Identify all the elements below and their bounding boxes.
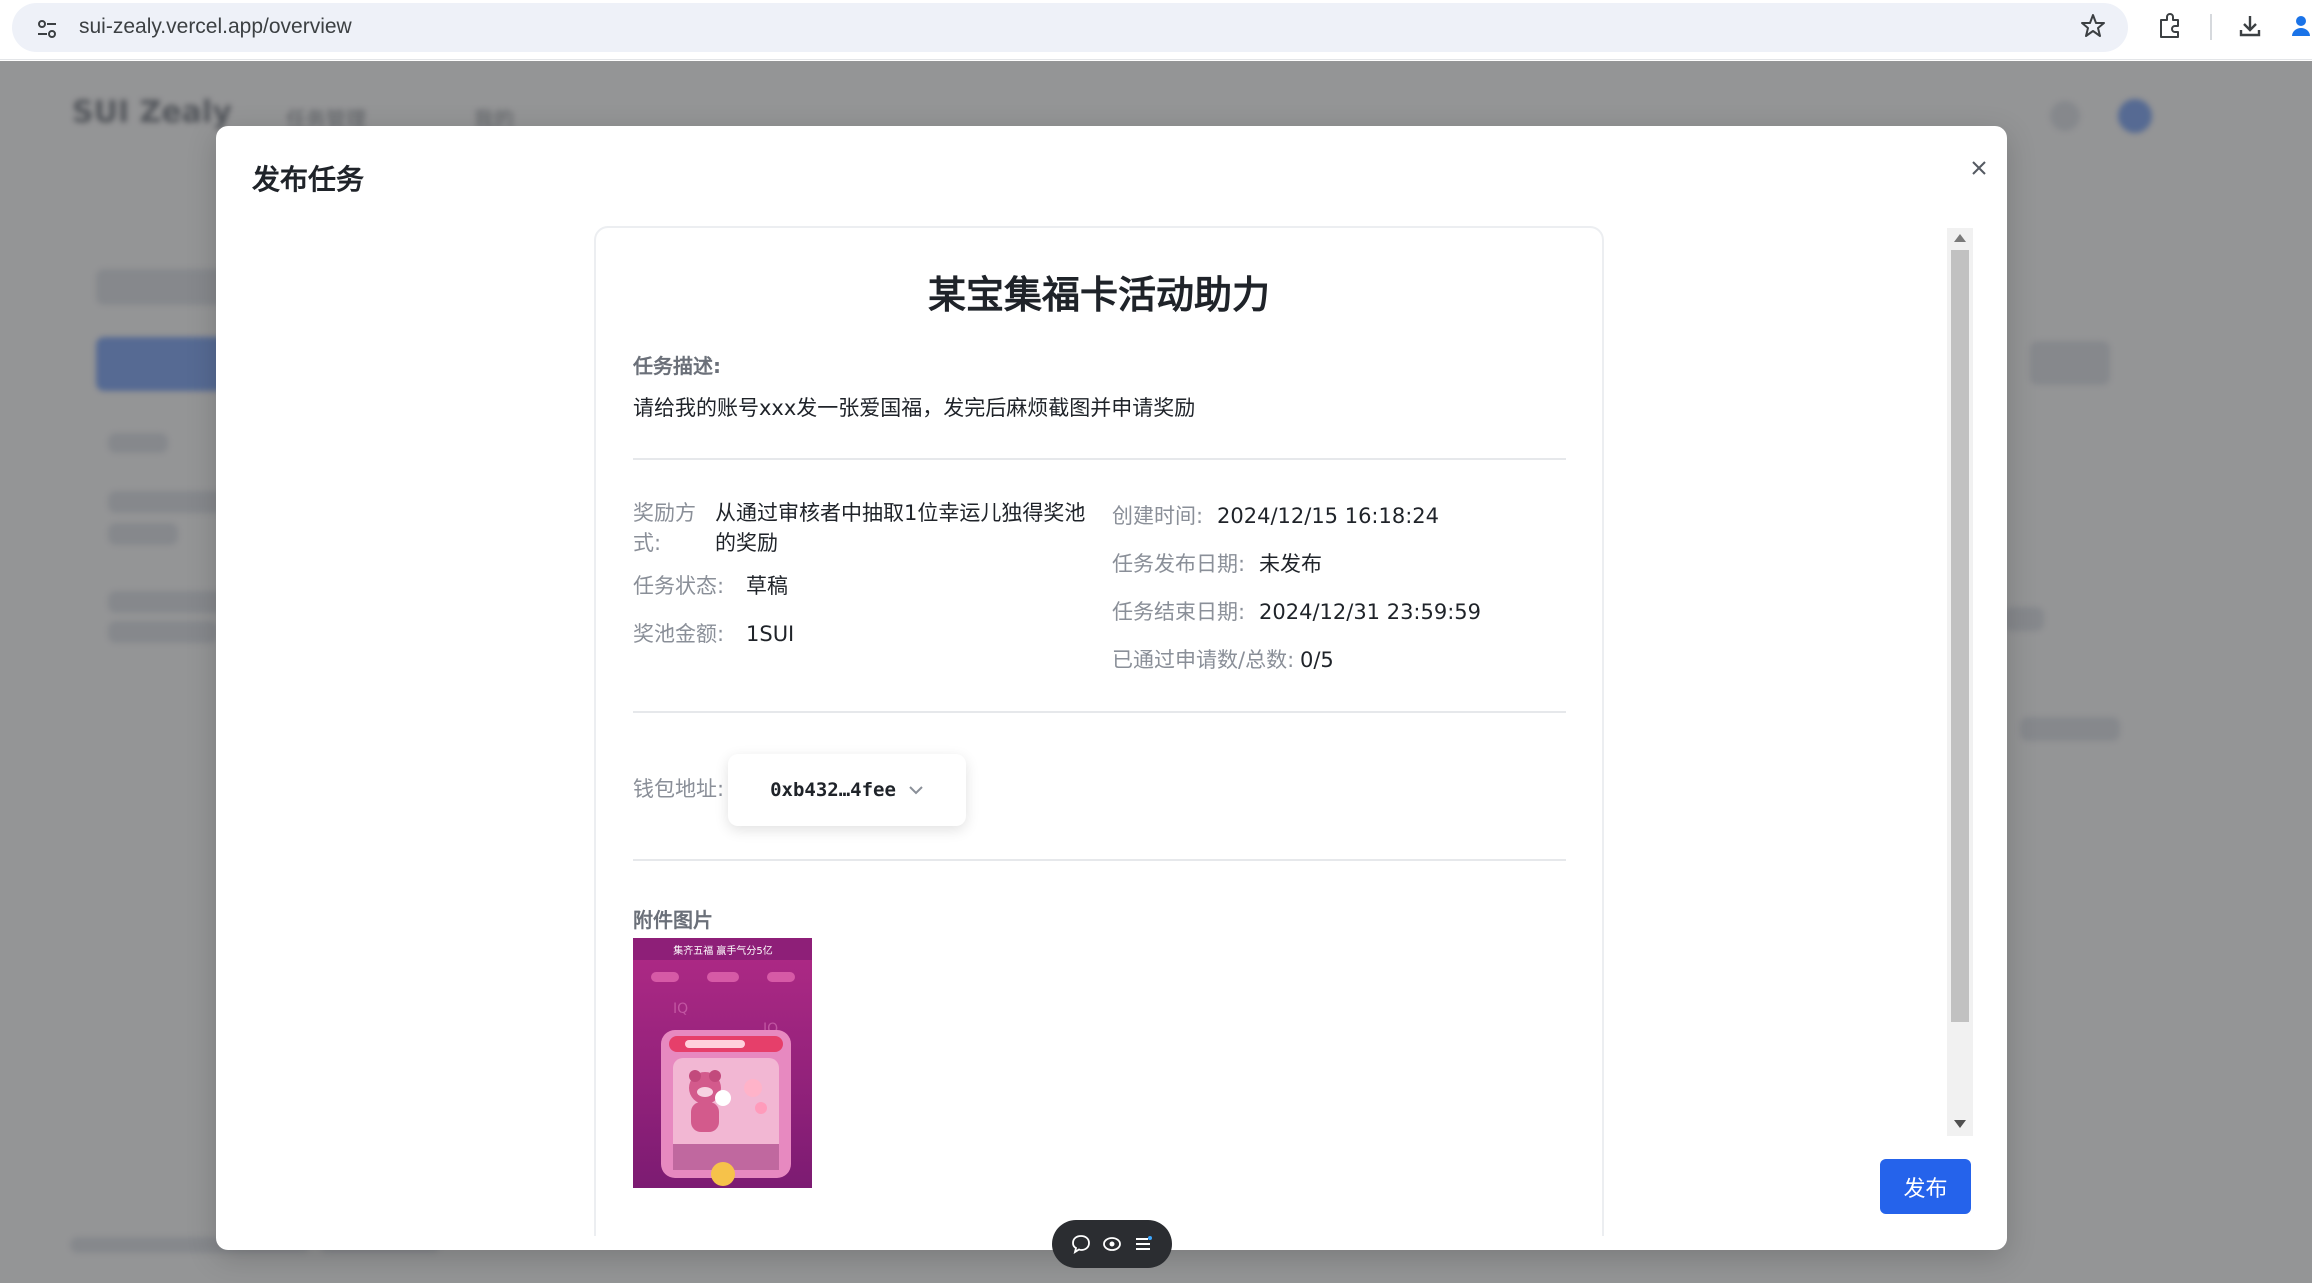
pool-amount-value: 1SUI: [746, 622, 795, 646]
chat-icon[interactable]: [1070, 1233, 1092, 1255]
wallet-address-value: 0xb432…4fee: [770, 779, 896, 801]
task-description: 请给我的账号xxx发一张爱国福，发完后麻烦截图并申请奖励: [633, 396, 1196, 420]
publish-date-label: 任务发布日期:: [1112, 552, 1246, 576]
end-date-value: 2024/12/31 23:59:59: [1259, 600, 1482, 624]
task-description-label: 任务描述:: [633, 354, 721, 378]
pool-amount-label: 奖池金额:: [633, 622, 725, 646]
publish-date-value: 未发布: [1259, 552, 1322, 576]
task-card: 某宝集福卡活动助力 任务描述: 请给我的账号xxx发一张爱国福，发完后麻烦截图并…: [594, 226, 1604, 1236]
reward-method-label-line: 奖励方: [633, 501, 696, 525]
star-icon[interactable]: [2079, 12, 2107, 40]
created-time-label: 创建时间:: [1112, 504, 1204, 528]
divider: [633, 711, 1566, 713]
divider: [633, 859, 1566, 861]
svg-text:IQ: IQ: [673, 1001, 688, 1017]
reward-method-line: 的奖励: [715, 531, 778, 555]
task-title: 某宝集福卡活动助力: [927, 273, 1270, 317]
floating-toolbar: [1052, 1220, 1172, 1268]
scrollbar-thumb[interactable]: [1951, 250, 1969, 1022]
attachment-image[interactable]: 集齐五福 赢手气分5亿 IQ IQ: [633, 938, 812, 1188]
task-status-label: 任务状态:: [633, 574, 725, 598]
modal-title: 发布任务: [252, 163, 365, 196]
browser-toolbar: sui-zealy.vercel.app/overview: [0, 0, 2312, 60]
url-text[interactable]: sui-zealy.vercel.app/overview: [79, 15, 352, 39]
download-icon[interactable]: [2236, 12, 2264, 40]
close-button[interactable]: [1957, 146, 2001, 190]
eye-icon[interactable]: [1101, 1233, 1123, 1255]
extensions-icon[interactable]: [2156, 12, 2184, 40]
publish-task-modal: 发布任务 某宝集福卡活动助力 任务描述: 请给我的账号xxx发一张爱国福，发完后…: [216, 126, 2007, 1250]
end-date-label: 任务结束日期:: [1112, 600, 1246, 624]
attachments-label: 附件图片: [633, 908, 713, 932]
wallet-address-label: 钱包地址:: [633, 777, 725, 801]
task-status-value: 草稿: [746, 574, 788, 598]
modal-scroll-area[interactable]: 某宝集福卡活动助力 任务描述: 请给我的账号xxx发一张爱国福，发完后麻烦截图并…: [216, 226, 2007, 1236]
attachment-thumbnail: 集齐五福 赢手气分5亿 IQ IQ: [633, 938, 812, 1188]
wallet-address-dropdown[interactable]: 0xb432…4fee: [728, 754, 966, 826]
approved-count-label: 已通过申请数/总数:: [1112, 648, 1295, 672]
reward-method-line: 从通过审核者中抽取1位幸运儿独得奖池: [715, 501, 1086, 525]
scroll-down-arrow-icon[interactable]: [1954, 1120, 1966, 1128]
publish-button[interactable]: 发布: [1880, 1159, 1971, 1214]
scrollbar[interactable]: [1947, 228, 1973, 1136]
reward-method-label-line: 式:: [633, 531, 662, 555]
reward-method-label: 奖励方 式:: [633, 498, 696, 558]
chevron-down-icon: [909, 786, 923, 795]
created-time-value: 2024/12/15 16:18:24: [1217, 504, 1440, 528]
address-bar[interactable]: sui-zealy.vercel.app/overview: [12, 3, 2128, 52]
toolbar-separator: [2210, 14, 2212, 40]
attachment-caption: 集齐五福 赢手气分5亿: [673, 944, 773, 957]
scroll-up-arrow-icon[interactable]: [1954, 234, 1966, 242]
approved-count-value: 0/5: [1300, 648, 1334, 672]
close-icon: [1972, 161, 1986, 175]
site-settings-icon[interactable]: [36, 18, 58, 40]
menu-icon[interactable]: [1132, 1233, 1154, 1255]
divider: [633, 458, 1566, 460]
profile-icon[interactable]: [2290, 12, 2312, 40]
reward-method-value: 从通过审核者中抽取1位幸运儿独得奖池 的奖励: [715, 498, 1095, 558]
